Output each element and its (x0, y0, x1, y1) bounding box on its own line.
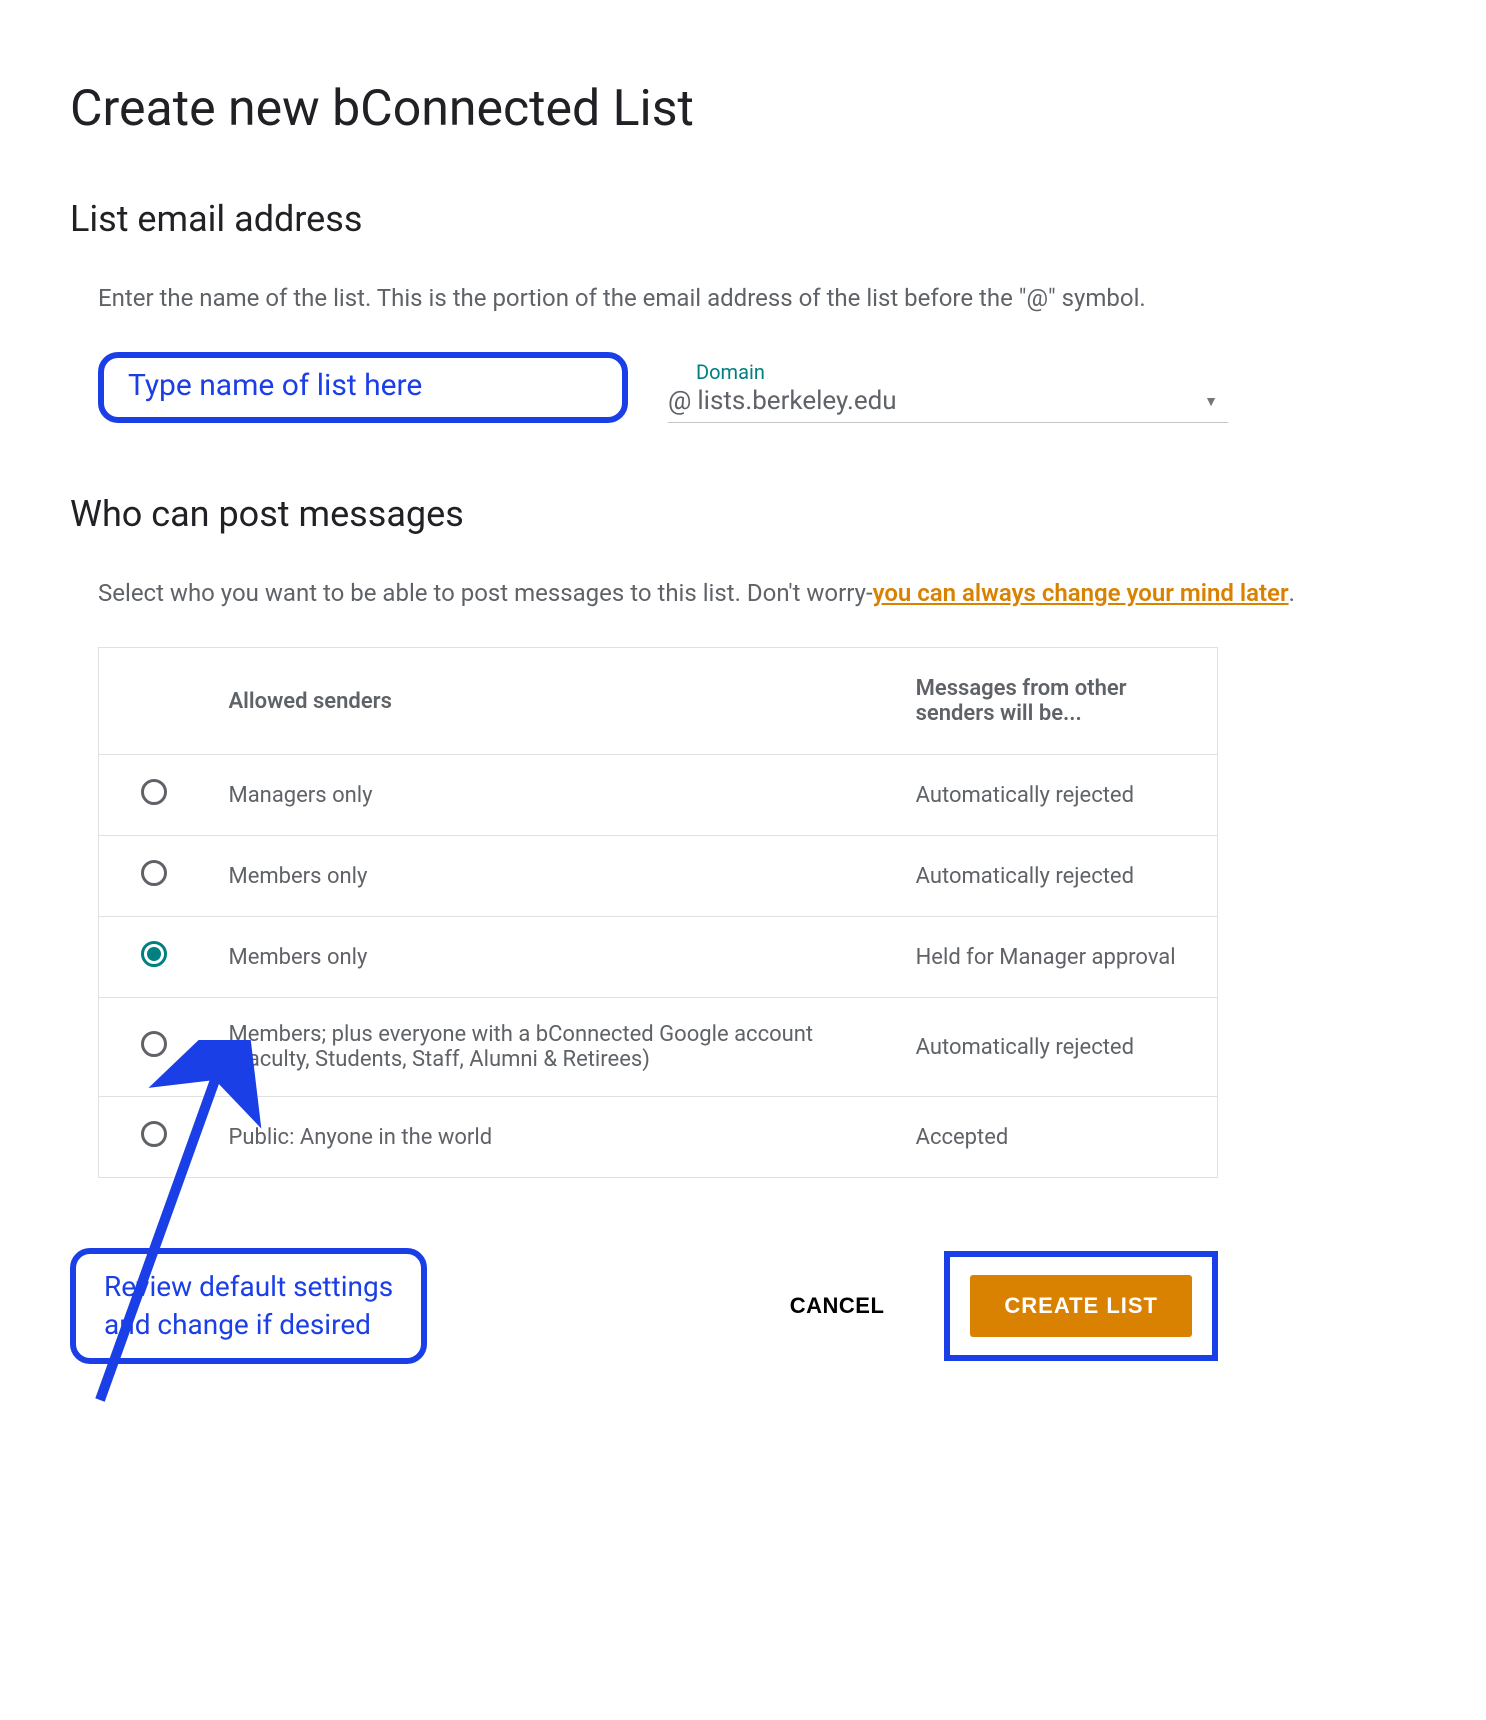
table-row[interactable]: Members only Automatically rejected (99, 836, 1218, 917)
senders-cell: Members only (209, 917, 896, 998)
senders-cell: Members only (209, 836, 896, 917)
section-heading-email: List email address (70, 198, 1416, 240)
create-list-button[interactable]: CREATE LIST (970, 1275, 1192, 1337)
domain-value: lists.berkeley.edu (697, 386, 1204, 416)
post-helper-text: Select who you want to be able to post m… (98, 575, 1416, 611)
other-cell: Accepted (896, 1097, 1218, 1178)
sender-options-table: Allowed senders Messages from other send… (98, 647, 1218, 1178)
post-helper-prefix: Select who you want to be able to post m… (98, 579, 873, 607)
post-helper-suffix: . (1289, 579, 1295, 607)
other-cell: Automatically rejected (896, 836, 1218, 917)
list-name-annotation-label: Type name of list here (128, 368, 422, 403)
table-row[interactable]: Public: Anyone in the world Accepted (99, 1097, 1218, 1178)
domain-select[interactable]: @ lists.berkeley.edu ▼ (668, 386, 1228, 423)
radio-option-1[interactable] (141, 860, 167, 886)
radio-option-2[interactable] (141, 941, 167, 967)
senders-cell: Public: Anyone in the world (209, 1097, 896, 1178)
email-helper-text: Enter the name of the list. This is the … (98, 280, 1416, 316)
list-name-input-annotation[interactable]: Type name of list here (98, 352, 628, 423)
senders-cell: Members; plus everyone with a bConnected… (209, 998, 896, 1097)
section-who-can-post: Who can post messages Select who you wan… (70, 493, 1416, 1178)
radio-option-3[interactable] (141, 1031, 167, 1057)
page-title: Create new bConnected List (70, 80, 1416, 138)
senders-cell: Managers only (209, 755, 896, 836)
domain-field-label: Domain (696, 360, 1228, 384)
table-row[interactable]: Members only Held for Manager approval (99, 917, 1218, 998)
domain-at-symbol: @ (668, 386, 691, 416)
radio-option-0[interactable] (141, 779, 167, 805)
col-other-senders: Messages from other senders will be... (896, 648, 1218, 755)
table-row[interactable]: Managers only Automatically rejected (99, 755, 1218, 836)
radio-option-4[interactable] (141, 1121, 167, 1147)
col-radio (99, 648, 209, 755)
table-row[interactable]: Members; plus everyone with a bConnected… (99, 998, 1218, 1097)
dropdown-triangle-icon: ▼ (1204, 393, 1218, 410)
section-heading-post: Who can post messages (70, 493, 1416, 535)
review-settings-annotation: Review default settings and change if de… (70, 1248, 427, 1364)
other-cell: Automatically rejected (896, 755, 1218, 836)
section-list-email: List email address Enter the name of the… (70, 198, 1416, 423)
review-annotation-text: Review default settings and change if de… (104, 1268, 393, 1344)
change-mind-link[interactable]: you can always change your mind later (873, 579, 1289, 607)
create-button-annotation-frame: CREATE LIST (944, 1251, 1218, 1361)
col-allowed-senders: Allowed senders (209, 648, 896, 755)
cancel-button[interactable]: CANCEL (770, 1283, 905, 1329)
other-cell: Automatically rejected (896, 998, 1218, 1097)
other-cell: Held for Manager approval (896, 917, 1218, 998)
